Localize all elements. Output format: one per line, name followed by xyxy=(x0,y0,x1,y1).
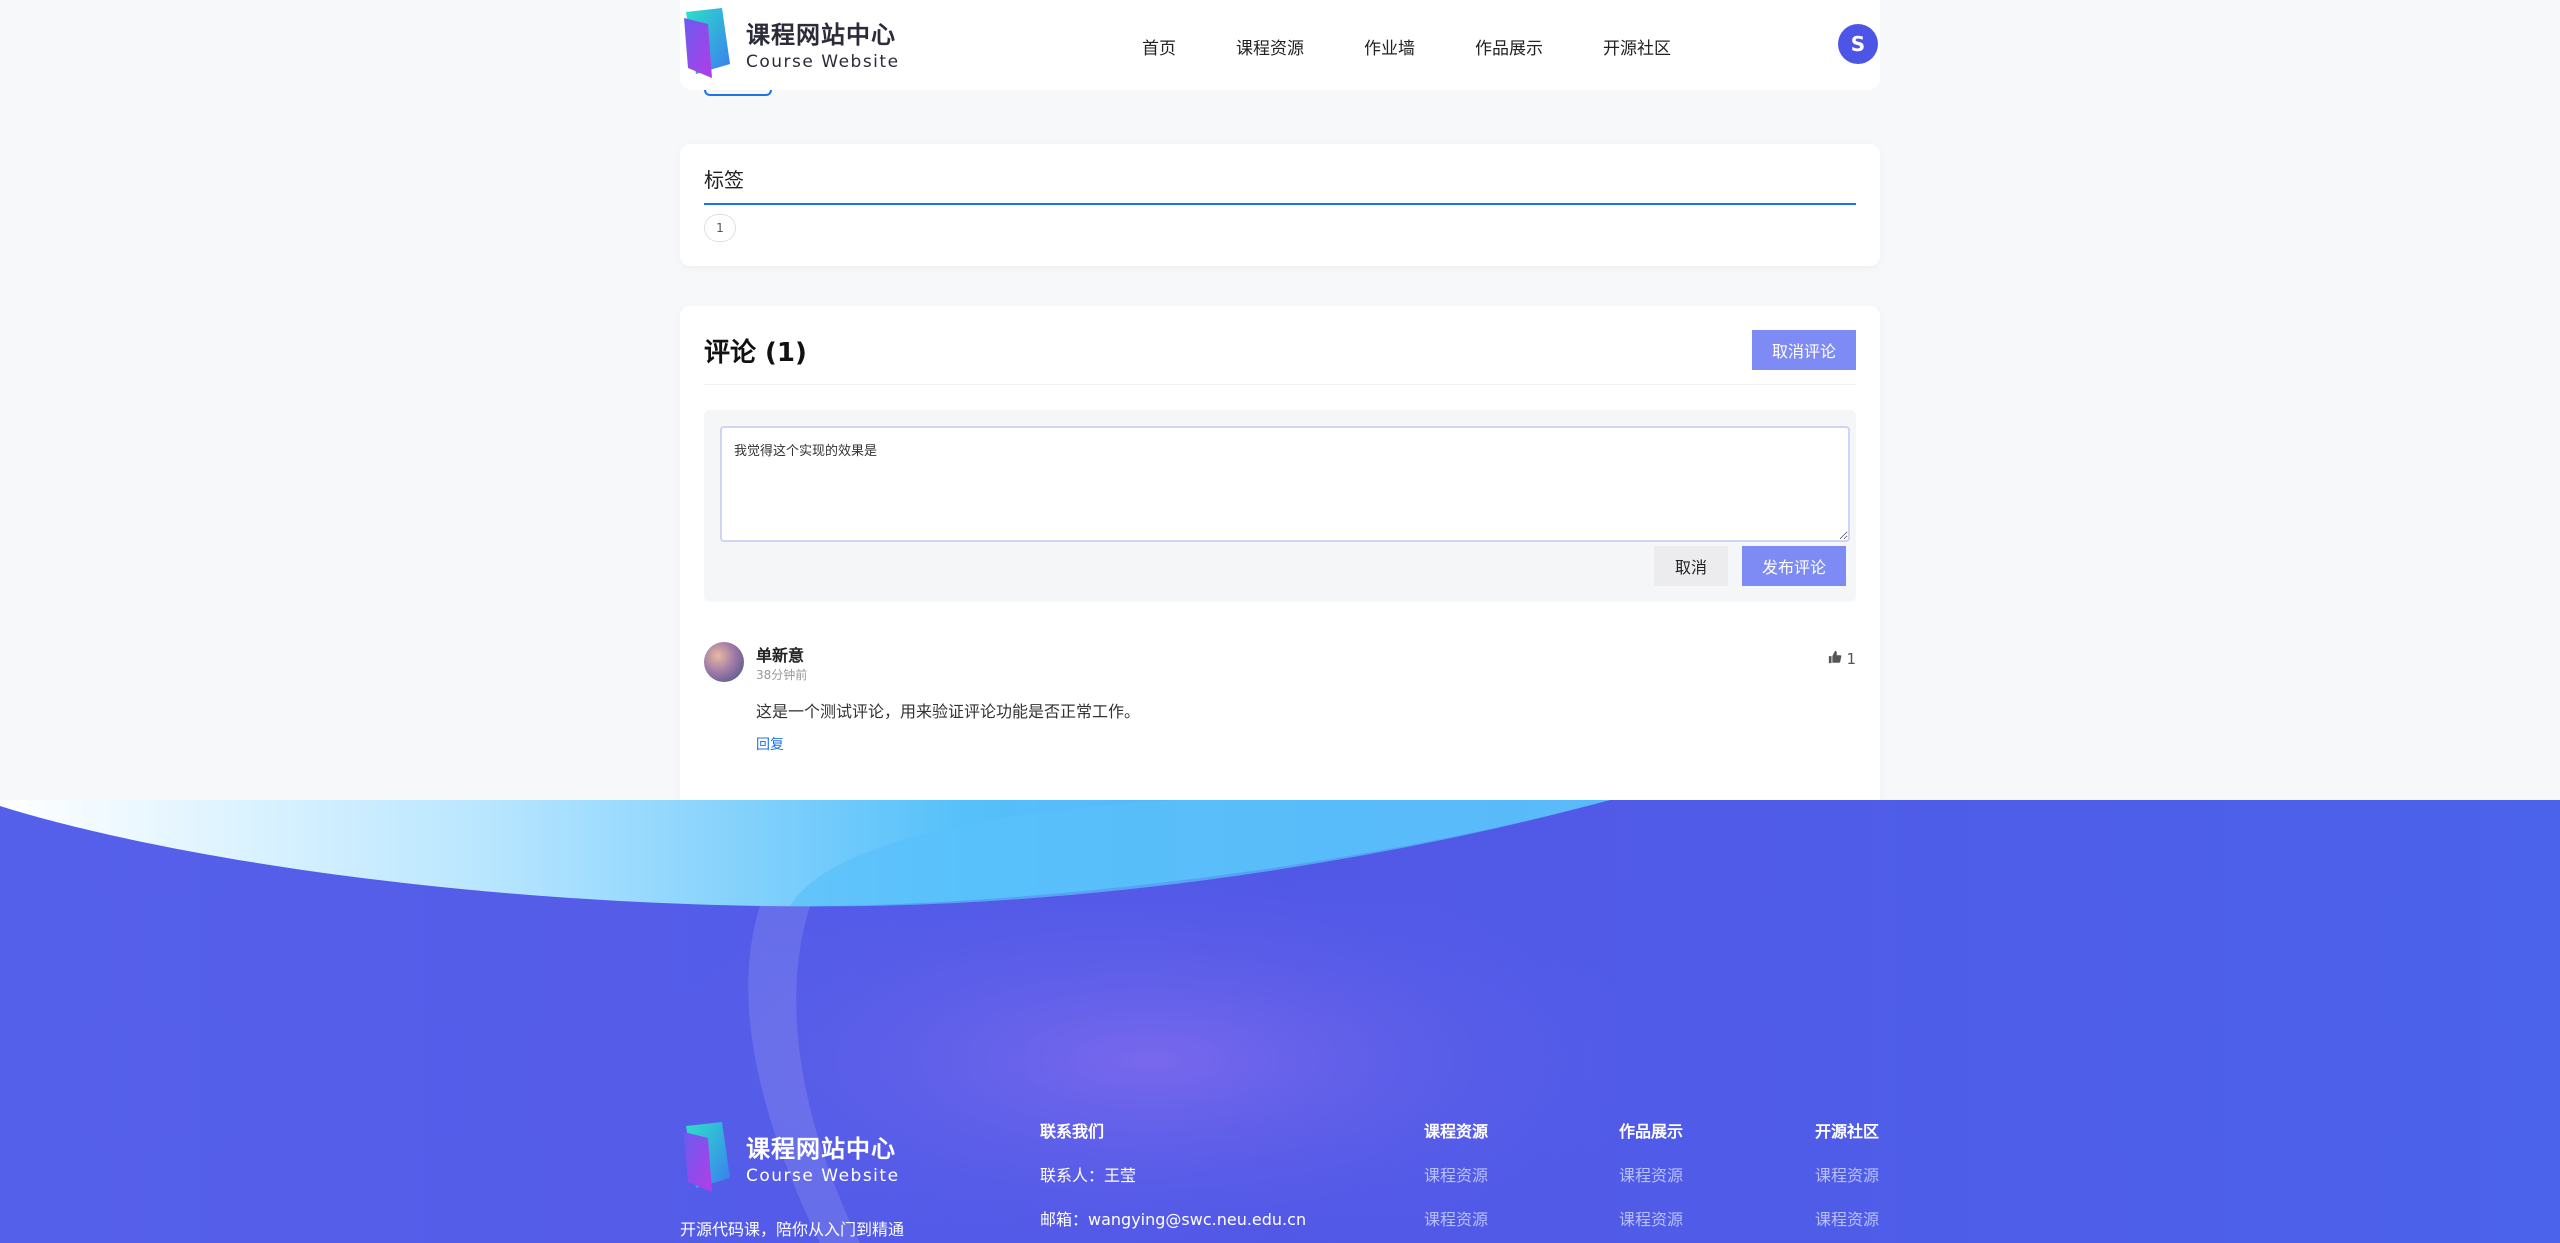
tags-heading: 标签 xyxy=(704,164,1856,205)
footer-col-title: 开源社区 xyxy=(1815,1122,1880,1141)
cancel-comment-button[interactable]: 取消评论 xyxy=(1752,330,1856,370)
comment-timestamp: 38分钟前 xyxy=(756,668,808,682)
site-footer: 课程网站中心 Course Website 开源代码课，陪你从入门到精通 联系我… xyxy=(0,800,2560,1243)
user-avatar[interactable]: S xyxy=(1838,24,1878,64)
footer-col-showcase: 作品展示 课程资源 课程资源 xyxy=(1619,1118,1683,1243)
comment-username[interactable]: 单新意 xyxy=(756,642,804,666)
commenter-avatar[interactable] xyxy=(704,642,744,682)
book-logo-icon xyxy=(682,1122,736,1192)
comment-text: 这是一个测试评论，用来验证评论功能是否正常工作。 xyxy=(756,702,1141,721)
footer-logo-title: 课程网站中心 xyxy=(746,1134,896,1163)
logo-subtitle: Course Website xyxy=(746,51,900,72)
footer-link[interactable]: 课程资源 xyxy=(1815,1206,1879,1230)
footer-col-title: 作品展示 xyxy=(1619,1122,1684,1141)
footer-link[interactable]: 课程资源 xyxy=(1424,1162,1488,1186)
footer-logo[interactable]: 课程网站中心 Course Website xyxy=(682,1122,900,1192)
tag-chip[interactable]: 1 xyxy=(704,214,736,242)
nav-homework-wall[interactable]: 作业墙 xyxy=(1362,28,1417,65)
like-count: 1 xyxy=(1846,650,1856,668)
footer-slogan: 开源代码课，陪你从入门到精通 xyxy=(680,1220,905,1239)
footer-link[interactable]: 课程资源 xyxy=(1619,1206,1683,1230)
comments-heading: 评论 (1) xyxy=(704,338,807,368)
footer-col-resources: 课程资源 课程资源 课程资源 xyxy=(1424,1118,1488,1243)
tags-card: 标签 1 xyxy=(680,144,1880,266)
footer-contact: 联系我们 联系人：王莹 邮箱：wangying@swc.neu.edu.cn xyxy=(1040,1118,1306,1243)
reply-link[interactable]: 回复 xyxy=(756,734,784,754)
footer-link[interactable]: 课程资源 xyxy=(1424,1206,1488,1230)
nav-open-source[interactable]: 开源社区 xyxy=(1601,28,1673,65)
main-nav: 首页 课程资源 作业墙 作品展示 开源社区 xyxy=(1140,28,1729,65)
footer-link[interactable]: 课程资源 xyxy=(1619,1162,1683,1186)
footer-link[interactable]: 课程资源 xyxy=(1815,1162,1879,1186)
like-button[interactable]: 1 xyxy=(1828,650,1856,668)
logo-title: 课程网站中心 xyxy=(746,20,896,49)
footer-col-title: 课程资源 xyxy=(1424,1122,1489,1141)
divider xyxy=(704,384,1856,385)
footer-contact-email[interactable]: 邮箱：wangying@swc.neu.edu.cn xyxy=(1040,1206,1306,1230)
footer-logo-subtitle: Course Website xyxy=(746,1165,900,1186)
comment-item: 单新意 38分钟前 这是一个测试评论，用来验证评论功能是否正常工作。 回复 1 xyxy=(704,642,1856,762)
nav-course-resources[interactable]: 课程资源 xyxy=(1234,28,1306,65)
thumbs-up-icon xyxy=(1828,650,1846,668)
book-logo-icon xyxy=(682,8,736,78)
publish-comment-button[interactable]: 发布评论 xyxy=(1742,546,1846,586)
nav-home[interactable]: 首页 xyxy=(1140,28,1178,65)
comment-compose-box: 我觉得这个实现的效果是 取消 发布评论 xyxy=(704,410,1856,602)
footer-contact-person: 联系人：王莹 xyxy=(1040,1166,1137,1185)
compose-cancel-button[interactable]: 取消 xyxy=(1654,546,1728,586)
site-logo[interactable]: 课程网站中心 Course Website xyxy=(682,8,900,78)
footer-col-open-source: 开源社区 课程资源 课程资源 xyxy=(1815,1118,1879,1243)
footer-contact-title: 联系我们 xyxy=(1040,1122,1105,1141)
nav-showcase[interactable]: 作品展示 xyxy=(1473,28,1545,65)
comments-card: 评论 (1) 取消评论 我觉得这个实现的效果是 取消 发布评论 单新意 38分钟… xyxy=(680,306,1880,826)
comment-textarea[interactable]: 我觉得这个实现的效果是 xyxy=(720,426,1850,542)
